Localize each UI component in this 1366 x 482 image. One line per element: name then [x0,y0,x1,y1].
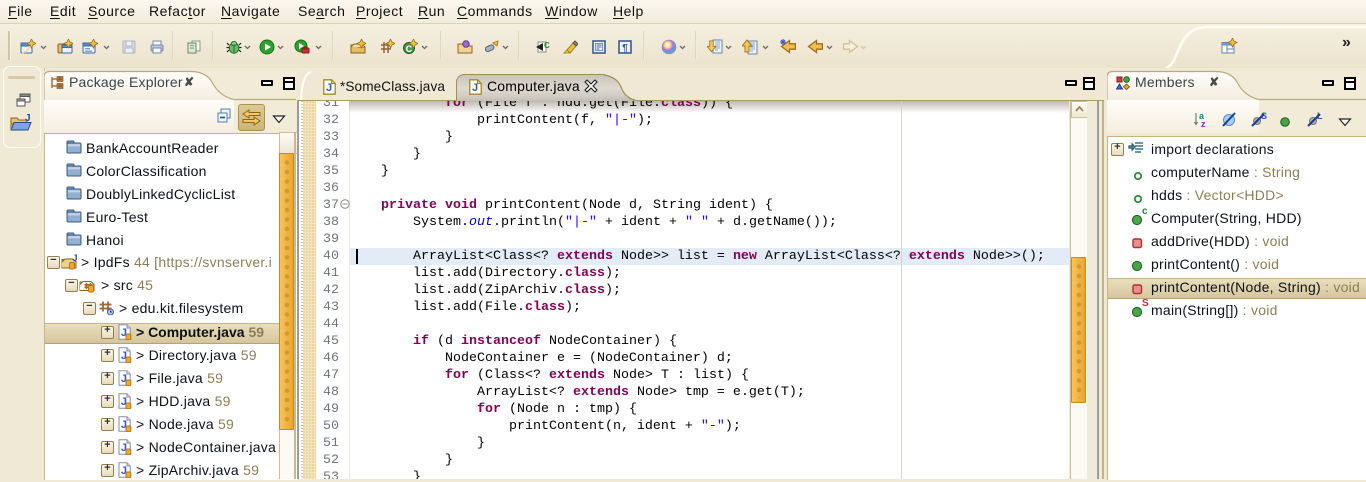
svg-text:z: z [1201,119,1206,128]
svg-text:C: C [544,41,550,50]
svg-text:J: J [326,82,332,94]
svg-text:J: J [25,113,31,124]
svg-text:¶: ¶ [622,43,628,54]
svg-text:J: J [472,82,478,94]
svg-text:J: J [73,254,78,263]
svg-text:C: C [406,44,413,54]
